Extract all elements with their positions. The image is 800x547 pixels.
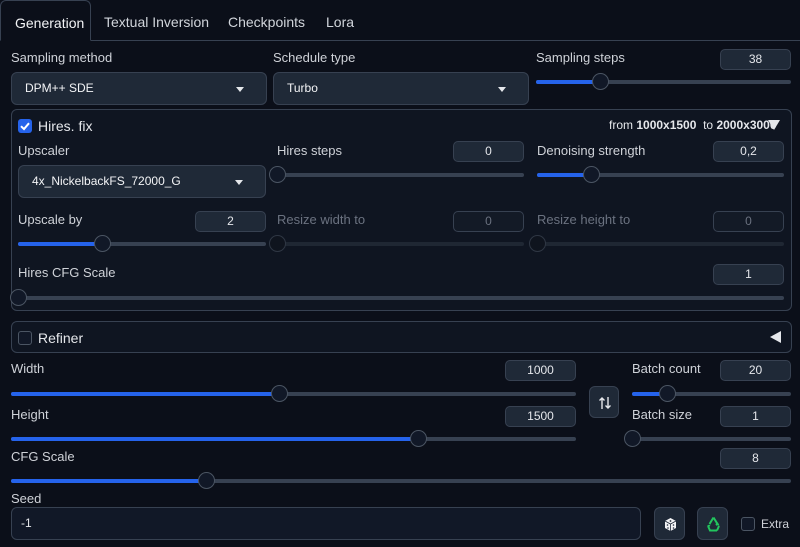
collapse-triangle-icon[interactable] <box>768 120 780 131</box>
resize-height-input[interactable]: 0 <box>713 211 784 232</box>
sampling-steps-input[interactable]: 38 <box>720 49 791 70</box>
sampling-steps-slider[interactable] <box>536 73 791 90</box>
slider-fill <box>11 392 279 396</box>
upscaler-dropdown[interactable]: 4x_NickelbackFS_72000_G <box>18 165 266 198</box>
extra-label: Extra <box>761 517 790 531</box>
hires-resolution-info: from 1000x1500 to 2000x3000 <box>609 118 777 132</box>
cfg-scale-label: CFG Scale <box>11 449 75 464</box>
slider-thumb[interactable] <box>624 430 641 447</box>
res-from-value: 1000x1500 <box>636 118 697 132</box>
tab-lora[interactable]: Lora <box>326 0 354 41</box>
reuse-seed-button[interactable] <box>697 507 728 540</box>
batch-size-input[interactable]: 1 <box>720 406 791 427</box>
tab-textual-inversion[interactable]: Textual Inversion <box>104 0 209 41</box>
hires-steps-slider[interactable] <box>269 166 524 183</box>
upscale-by-slider[interactable] <box>18 235 266 252</box>
swap-dimensions-button[interactable] <box>589 386 619 418</box>
upscaler-value: 4x_NickelbackFS_72000_G <box>32 174 181 188</box>
seed-label: Seed <box>11 491 42 506</box>
expand-triangle-icon[interactable] <box>770 331 781 343</box>
denoising-strength-input[interactable]: 0,2 <box>713 141 784 162</box>
height-label: Height <box>11 407 49 422</box>
sampling-method-dropdown[interactable]: DPM++ SDE <box>11 72 267 105</box>
schedule-type-dropdown[interactable]: Turbo <box>273 72 529 105</box>
upscale-by-input[interactable]: 2 <box>195 211 266 232</box>
width-label: Width <box>11 361 45 376</box>
resize-height-label: Resize height to <box>537 212 631 227</box>
recycle-icon <box>707 516 720 532</box>
hires-fix-panel <box>11 109 792 311</box>
slider-fill <box>18 242 103 246</box>
cfg-scale-input[interactable]: 8 <box>720 448 791 469</box>
sampling-steps-label: Sampling steps <box>536 50 625 65</box>
batch-size-label: Batch size <box>632 407 692 422</box>
denoising-strength-slider[interactable] <box>537 166 784 183</box>
chevron-down-icon <box>498 87 506 92</box>
tab-checkpoints[interactable]: Checkpoints <box>228 0 305 41</box>
hires-fix-title: Hires. fix <box>38 118 93 134</box>
hires-fix-checkbox[interactable] <box>18 119 32 133</box>
slider-thumb[interactable] <box>269 166 286 183</box>
slider-fill <box>536 80 600 84</box>
sampling-method-value: DPM++ SDE <box>25 81 94 95</box>
swap-vertical-icon <box>599 397 611 409</box>
slider-thumb[interactable] <box>591 73 609 90</box>
sampling-method-label: Sampling method <box>11 50 113 65</box>
hires-steps-input[interactable]: 0 <box>453 141 524 162</box>
upscale-by-label: Upscale by <box>18 212 83 227</box>
tab-bar: Generation Textual Inversion Checkpoints… <box>0 0 800 41</box>
batch-size-slider[interactable] <box>624 430 791 447</box>
res-from-prefix: from <box>609 118 633 132</box>
resize-height-slider[interactable] <box>529 235 784 252</box>
refiner-checkbox[interactable] <box>18 331 32 345</box>
height-slider[interactable] <box>11 430 576 447</box>
slider-thumb[interactable] <box>10 289 27 306</box>
batch-count-label: Batch count <box>632 361 701 376</box>
dice-icon <box>664 518 677 531</box>
resize-width-slider[interactable] <box>269 235 524 252</box>
upscaler-label: Upscaler <box>18 143 70 158</box>
hires-cfg-scale-input[interactable]: 1 <box>713 264 784 285</box>
cfg-scale-slider[interactable] <box>11 472 791 489</box>
resize-width-input[interactable]: 0 <box>453 211 524 232</box>
hires-steps-label: Hires steps <box>277 143 343 158</box>
slider-thumb[interactable] <box>269 235 286 252</box>
hires-cfg-scale-slider[interactable] <box>10 289 784 306</box>
width-slider[interactable] <box>11 385 576 402</box>
check-icon <box>20 122 30 131</box>
width-input[interactable]: 1000 <box>505 360 576 381</box>
slider-thumb[interactable] <box>529 235 546 252</box>
extra-checkbox[interactable] <box>741 517 755 531</box>
chevron-down-icon <box>236 87 244 92</box>
schedule-type-label: Schedule type <box>273 50 356 65</box>
refiner-title: Refiner <box>38 330 84 346</box>
batch-count-slider[interactable] <box>632 385 791 402</box>
schedule-type-value: Turbo <box>287 81 318 95</box>
hires-cfg-scale-label: Hires CFG Scale <box>18 265 116 280</box>
resize-width-label: Resize width to <box>277 212 366 227</box>
seed-input[interactable]: -1 <box>11 507 641 540</box>
slider-thumb[interactable] <box>658 385 676 402</box>
slider-fill <box>11 437 418 441</box>
random-seed-button[interactable] <box>654 507 685 540</box>
slider-thumb[interactable] <box>198 472 215 489</box>
denoising-strength-label: Denoising strength <box>537 143 646 158</box>
refiner-panel <box>11 321 792 353</box>
res-to-prefix: to <box>703 118 714 132</box>
batch-count-input[interactable]: 20 <box>720 360 791 381</box>
slider-thumb[interactable] <box>409 430 427 447</box>
slider-thumb[interactable] <box>270 385 288 402</box>
slider-fill <box>11 479 206 483</box>
height-input[interactable]: 1500 <box>505 406 576 427</box>
chevron-down-icon <box>235 180 243 185</box>
tab-generation[interactable]: Generation <box>0 0 91 41</box>
